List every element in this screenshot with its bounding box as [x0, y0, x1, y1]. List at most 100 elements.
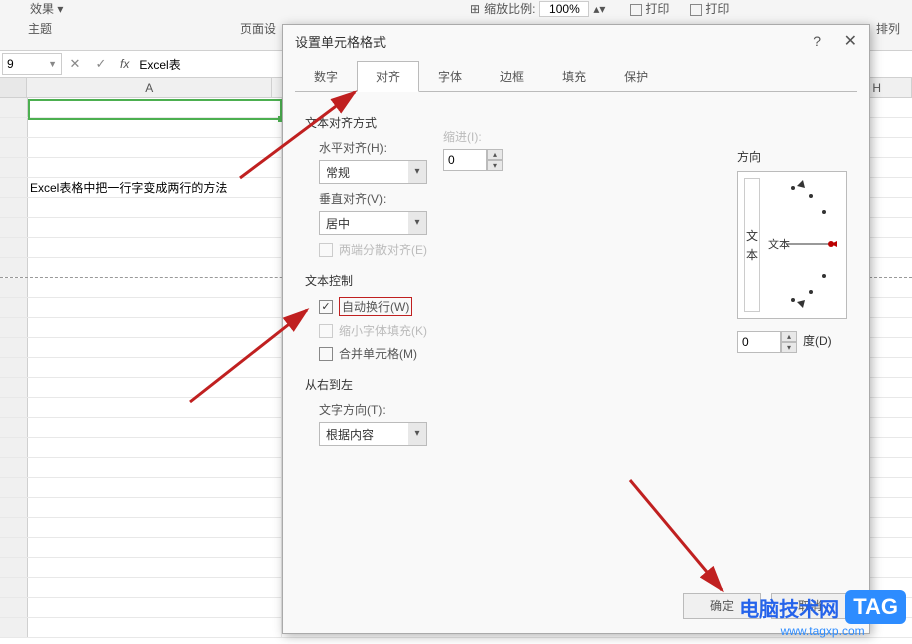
row-header[interactable]: [0, 518, 28, 537]
row-header[interactable]: [0, 158, 28, 177]
row-header[interactable]: [0, 278, 28, 297]
merge-cells-label: 合并单元格(M): [339, 345, 417, 362]
cell[interactable]: [28, 498, 282, 517]
vert-char: 文: [746, 227, 758, 244]
row-header[interactable]: [0, 198, 28, 217]
row-header[interactable]: [0, 178, 28, 197]
shrink-to-fit-label: 缩小字体填充(K): [339, 322, 427, 339]
row-header[interactable]: [0, 238, 28, 257]
vertical-align-select[interactable]: 居中 ▾: [319, 211, 427, 235]
cell[interactable]: [28, 138, 282, 157]
row-header[interactable]: [0, 398, 28, 417]
row-header[interactable]: [0, 218, 28, 237]
tab-alignment[interactable]: 对齐: [357, 61, 419, 92]
cell[interactable]: [28, 478, 282, 497]
cell[interactable]: [28, 198, 282, 217]
name-box[interactable]: 9 ▼: [2, 53, 62, 75]
row-header[interactable]: [0, 318, 28, 337]
tab-protection[interactable]: 保护: [605, 61, 667, 91]
row-header[interactable]: [0, 498, 28, 517]
cell[interactable]: [28, 338, 282, 357]
horizontal-align-select[interactable]: 常规 ▾: [319, 160, 427, 184]
name-box-value: 9: [7, 57, 14, 71]
degree-input[interactable]: [737, 331, 781, 353]
tab-font[interactable]: 字体: [419, 61, 481, 91]
row-header[interactable]: [0, 298, 28, 317]
cell[interactable]: [28, 598, 282, 617]
cell[interactable]: [28, 398, 282, 417]
cell[interactable]: [28, 158, 282, 177]
cell[interactable]: [28, 238, 282, 257]
row-header[interactable]: [0, 618, 28, 637]
ribbon-arrange[interactable]: 排列: [876, 20, 900, 37]
zoom-label: 缩放比例:: [484, 0, 535, 17]
cell[interactable]: [28, 438, 282, 457]
row-header[interactable]: [0, 138, 28, 157]
dialog-title-bar[interactable]: 设置单元格格式 ? ✕: [283, 25, 869, 57]
zoom-group: ⊞ 缩放比例: ▴▾: [470, 0, 605, 17]
close-button[interactable]: ✕: [844, 31, 857, 51]
name-box-dropdown-icon[interactable]: ▼: [48, 59, 57, 69]
indent-input[interactable]: [443, 149, 487, 171]
row-header[interactable]: [0, 438, 28, 457]
zoom-input[interactable]: [539, 1, 589, 17]
row-header[interactable]: [0, 578, 28, 597]
print-checkbox-2[interactable]: 打印: [690, 0, 729, 17]
tab-fill[interactable]: 填充: [543, 61, 605, 91]
tab-number[interactable]: 数字: [295, 61, 357, 91]
ribbon-theme[interactable]: 主题: [28, 20, 52, 37]
fx-icon[interactable]: fx: [114, 57, 135, 71]
justify-distributed-label: 两端分散对齐(E): [339, 241, 427, 258]
row-header[interactable]: [0, 98, 28, 117]
cell[interactable]: [28, 98, 282, 117]
cell[interactable]: [28, 358, 282, 377]
cell[interactable]: [28, 538, 282, 557]
cell[interactable]: [28, 278, 282, 297]
row-header[interactable]: [0, 478, 28, 497]
orientation-arc[interactable]: 文本: [766, 178, 840, 312]
cell[interactable]: [28, 578, 282, 597]
vertical-text-button[interactable]: 文 本: [744, 178, 760, 312]
row-header[interactable]: [0, 118, 28, 137]
row-header[interactable]: [0, 378, 28, 397]
indent-decrement[interactable]: ▾: [487, 160, 503, 171]
degree-increment[interactable]: ▴: [781, 331, 797, 342]
column-header-A[interactable]: A: [27, 78, 272, 97]
accept-formula-icon[interactable]: ✓: [88, 56, 114, 72]
row-header[interactable]: [0, 458, 28, 477]
cell[interactable]: [28, 418, 282, 437]
tab-border[interactable]: 边框: [481, 61, 543, 91]
cell[interactable]: [28, 258, 282, 277]
dialog-title: 设置单元格格式: [295, 32, 386, 51]
row-header[interactable]: [0, 598, 28, 617]
row-header[interactable]: [0, 258, 28, 277]
select-all-cells[interactable]: [0, 78, 27, 97]
orientation-panel[interactable]: 文 本: [737, 171, 847, 319]
text-direction-select[interactable]: 根据内容 ▾: [319, 422, 427, 446]
print-checkbox-1[interactable]: 打印: [630, 0, 669, 17]
ribbon-effect[interactable]: 效果 ▾: [30, 0, 63, 17]
dropdown-icon: ▾: [408, 423, 426, 445]
cell[interactable]: [28, 518, 282, 537]
row-header[interactable]: [0, 558, 28, 577]
indent-label: 缩进(I):: [443, 128, 503, 145]
help-button[interactable]: ?: [813, 33, 821, 49]
degree-decrement[interactable]: ▾: [781, 342, 797, 353]
cell[interactable]: [28, 458, 282, 477]
zoom-spin[interactable]: ▴▾: [593, 2, 605, 16]
cell[interactable]: [28, 298, 282, 317]
cell[interactable]: [28, 378, 282, 397]
cell[interactable]: [28, 558, 282, 577]
row-header[interactable]: [0, 538, 28, 557]
cancel-formula-icon[interactable]: ✕: [62, 56, 88, 72]
cell[interactable]: [28, 618, 282, 637]
ribbon-page-setup[interactable]: 页面设: [240, 20, 276, 37]
cell[interactable]: [28, 318, 282, 337]
row-header[interactable]: [0, 418, 28, 437]
row-header[interactable]: [0, 338, 28, 357]
indent-increment[interactable]: ▴: [487, 149, 503, 160]
cell[interactable]: [28, 118, 282, 137]
cell-A-content[interactable]: Excel表格中把一行字变成两行的方法: [28, 178, 282, 197]
cell[interactable]: [28, 218, 282, 237]
row-header[interactable]: [0, 358, 28, 377]
